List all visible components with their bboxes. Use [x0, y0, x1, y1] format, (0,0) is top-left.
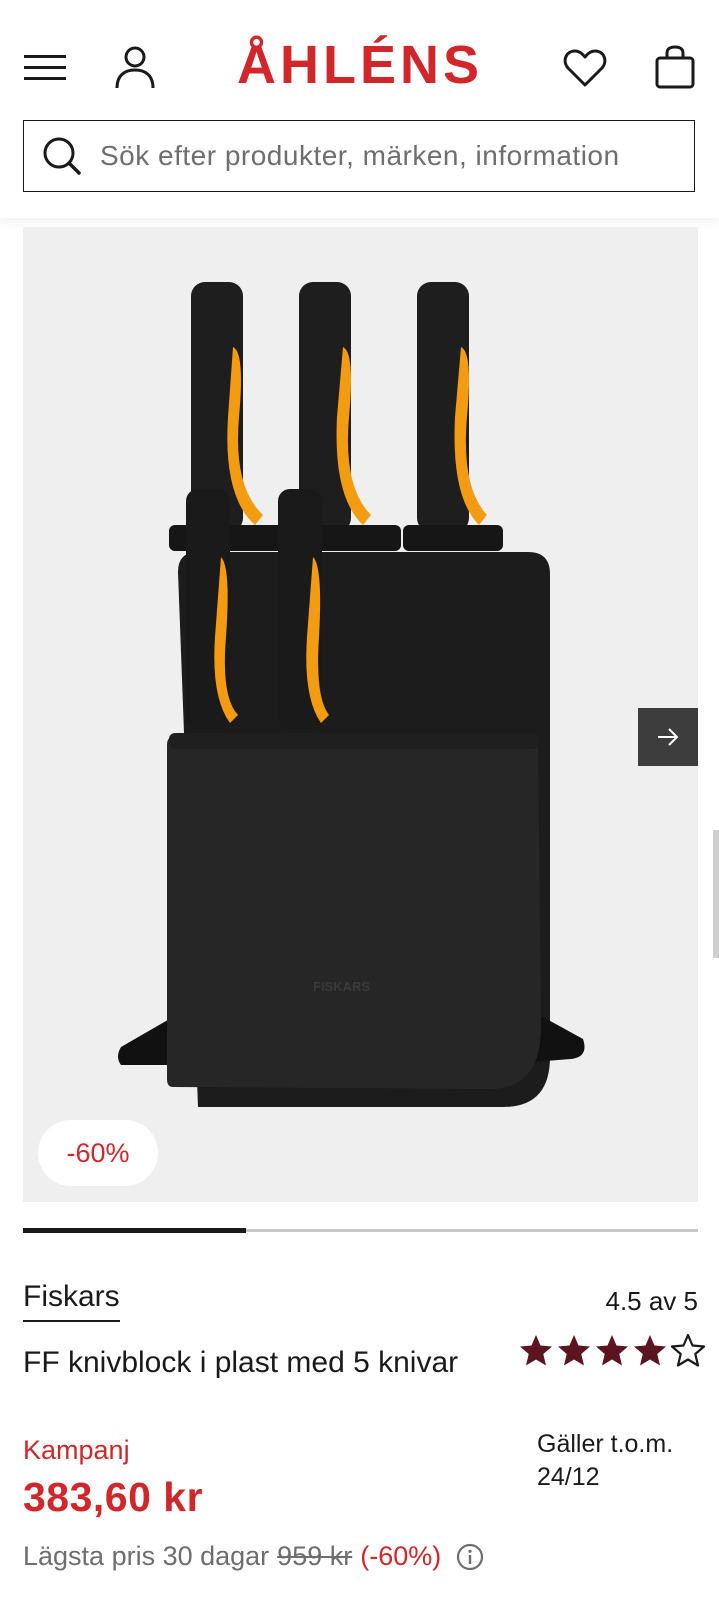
menu-button[interactable]	[22, 48, 68, 88]
scrollbar[interactable]	[713, 830, 719, 958]
lowest-price-label: Lägsta pris 30 dagar	[23, 1541, 270, 1571]
search-icon[interactable]	[40, 134, 84, 178]
heart-icon	[563, 49, 607, 87]
rating-text: 4.5 av 5	[605, 1286, 698, 1316]
account-icon	[115, 46, 155, 89]
menu-icon	[24, 55, 66, 80]
star-filled-icon	[634, 1335, 666, 1366]
old-price: 959 kr	[277, 1541, 353, 1571]
wishlist-button[interactable]	[560, 44, 610, 92]
info-icon[interactable]	[455, 1542, 485, 1572]
campaign-label: Kampanj	[23, 1435, 130, 1465]
campaign-valid-until: Gäller t.o.m. 24/12	[537, 1430, 674, 1491]
discount-badge: -60%	[38, 1120, 158, 1186]
gallery-progress	[23, 1228, 698, 1233]
lowest-price-row: Lägsta pris 30 dagar 959 kr (-60%)	[23, 1541, 485, 1572]
account-button[interactable]	[110, 42, 160, 92]
product-image: FISKARS	[118, 282, 585, 1107]
rating-stars[interactable]	[518, 1333, 706, 1369]
site-header: ÅHLÉNS	[0, 0, 719, 218]
site-logo[interactable]: ÅHLÉNS	[228, 32, 492, 98]
star-filled-icon	[558, 1335, 590, 1366]
block-logo-text: FISKARS	[313, 979, 370, 994]
price: 383,60 kr	[23, 1474, 204, 1520]
search-bar[interactable]	[23, 120, 695, 192]
product-title: FF knivblock i plast med 5 knivar	[23, 1346, 459, 1379]
star-empty-icon	[670, 1333, 706, 1367]
arrow-right-icon	[658, 728, 679, 746]
brand-link[interactable]: Fiskars	[23, 1280, 120, 1322]
star-filled-icon	[520, 1335, 552, 1366]
gallery-progress-fill	[23, 1228, 246, 1233]
shopping-bag-icon	[655, 45, 695, 89]
lowest-price-discount: (-60%)	[360, 1541, 442, 1571]
star-filled-icon	[596, 1335, 628, 1366]
product-gallery[interactable]: FISKARS -60%	[23, 227, 698, 1202]
cart-button[interactable]	[650, 42, 700, 92]
next-image-button[interactable]	[638, 708, 698, 766]
search-input[interactable]	[98, 139, 682, 173]
